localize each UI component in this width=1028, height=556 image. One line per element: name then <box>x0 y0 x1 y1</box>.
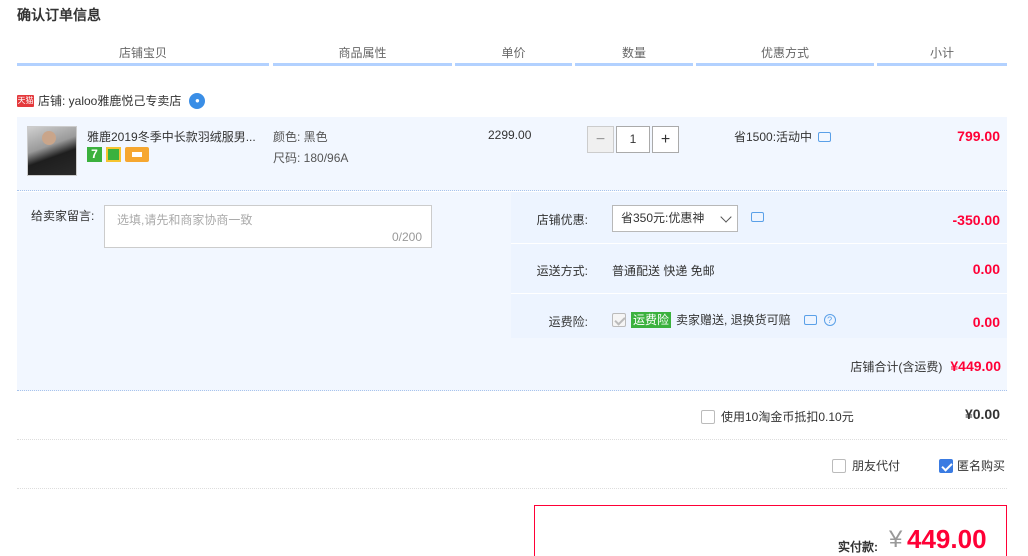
shop-discount-value: -350.00 <box>952 212 1000 228</box>
payment-summary: 实付款: ¥ 449.00 <box>534 505 1007 556</box>
column-header-label: 小计 <box>929 46 954 60</box>
shop-total: 店铺合计(含运费) ¥449.00 <box>850 358 1001 375</box>
shop-total-label: 店铺合计(含运费) <box>850 360 943 374</box>
item-promotion-text: 省1500:活动中 <box>734 130 813 144</box>
column-header-label: 单价 <box>501 46 526 60</box>
comment-icon[interactable] <box>751 212 764 222</box>
column-header-label: 店铺宝贝 <box>118 46 167 60</box>
column-header-unit-price: 单价 <box>455 44 572 66</box>
column-header-bar <box>877 63 1007 66</box>
shop-name-link[interactable]: 店铺: yaloo雅鹿悦己专卖店 <box>38 92 181 109</box>
product-name-link[interactable]: 雅鹿2019冬季中长款羽绒服男... <box>87 128 267 145</box>
coin-label: 使用10淘金币抵扣0.10元 <box>721 410 854 424</box>
column-header-quantity: 数量 <box>575 44 693 66</box>
column-header-bar <box>273 63 452 66</box>
message-char-count: 0/200 <box>391 230 422 244</box>
shop-row: 天猫 店铺: yaloo雅鹿悦己专卖店 ● <box>17 92 206 109</box>
payment-amount: 449.00 <box>907 524 987 554</box>
anonymous-checkbox[interactable] <box>939 458 953 473</box>
item-subtotal: 799.00 <box>957 128 1000 144</box>
message-placeholder: 选填,请先和商家协商一致 <box>117 213 253 227</box>
help-icon[interactable]: ? <box>823 313 836 326</box>
quantity-input[interactable]: 1 <box>616 126 650 153</box>
comment-icon[interactable] <box>803 314 817 325</box>
payment-options-row: 朋友代付 匿名购买 <box>17 441 1007 489</box>
column-header-bar <box>455 63 572 66</box>
column-header-label: 优惠方式 <box>760 46 809 60</box>
unit-price: 2299.00 <box>488 128 532 142</box>
product-color: 颜色: 黑色 <box>273 130 328 144</box>
shop-discount-select[interactable]: 省350元:优惠神 <box>612 205 738 232</box>
seven-day-return-icon[interactable]: 7 <box>87 147 102 162</box>
insurance-tag: 运费险 <box>631 311 672 328</box>
message-textarea[interactable]: 选填,请先和商家协商一致 0/200 <box>104 205 432 248</box>
insurance-row: 运费险: 运费险 卖家赠送, 退换货可赔 ? 0.00 <box>511 294 1007 338</box>
coin-row: 使用10淘金币抵扣0.10元 ¥0.00 <box>17 392 1007 440</box>
product-thumbnail[interactable] <box>27 126 77 176</box>
shop-discount-row: 店铺优惠: 省350元:优惠神 -350.00 <box>511 192 1007 244</box>
insurance-checkbox[interactable] <box>612 312 626 327</box>
quantity-stepper: − 1 + <box>587 126 679 153</box>
page-title: 确认订单信息 <box>17 7 101 23</box>
coin-option[interactable]: 使用10淘金币抵扣0.10元 <box>701 408 854 425</box>
shipping-label: 运送方式: <box>536 264 588 278</box>
anonymous-option[interactable]: 匿名购买 <box>939 457 1005 474</box>
friend-pay-checkbox[interactable] <box>832 458 846 473</box>
message-label: 给卖家留言: <box>31 209 95 223</box>
column-header-bar <box>17 63 269 66</box>
column-header-subtotal: 小计 <box>877 44 1007 66</box>
column-header-label: 商品属性 <box>338 46 387 60</box>
insurance-text: 卖家赠送, 退换货可赔 <box>676 313 791 327</box>
coin-value: ¥0.00 <box>964 406 1000 422</box>
chevron-down-icon <box>720 211 732 223</box>
column-header-item: 店铺宝贝 <box>17 44 269 66</box>
item-promotion: 省1500:活动中 <box>734 128 832 145</box>
friend-pay-label: 朋友代付 <box>852 459 901 473</box>
anonymous-label: 匿名购买 <box>957 459 1006 473</box>
comment-icon[interactable] <box>818 131 832 142</box>
column-header-attributes: 商品属性 <box>273 44 452 66</box>
column-header-label: 数量 <box>621 46 646 60</box>
service-icons: 7 <box>87 147 149 162</box>
tmall-icon: 天猫 <box>17 94 34 107</box>
product-size: 尺码: 180/96A <box>273 151 349 165</box>
quantity-increase-button[interactable]: + <box>652 126 679 153</box>
column-header-bar <box>575 63 693 66</box>
shipping-method: 普通配送 快递 免邮 <box>612 264 715 278</box>
order-extras: 给卖家留言: 选填,请先和商家协商一致 0/200 店铺优惠: 省350元:优惠… <box>17 192 1007 391</box>
guarantee-icon[interactable] <box>106 147 121 162</box>
payment-label: 实付款: <box>838 540 878 554</box>
order-options-panel: 店铺优惠: 省350元:优惠神 -350.00 运送方式: 普通配送 快递 免邮… <box>511 192 1007 338</box>
friend-pay-option[interactable]: 朋友代付 <box>832 457 900 474</box>
insurance-label: 运费险: <box>548 315 588 329</box>
shop-discount-label: 店铺优惠: <box>536 213 588 227</box>
shop-discount-selected: 省350元:优惠神 <box>621 211 705 225</box>
coin-checkbox[interactable] <box>701 409 715 424</box>
quantity-decrease-button[interactable]: − <box>587 126 614 153</box>
shipping-value: 0.00 <box>972 261 1000 277</box>
column-header-bar <box>696 63 874 66</box>
payment-currency: ¥ <box>889 526 903 553</box>
credit-card-icon[interactable] <box>125 147 149 162</box>
insurance-value: 0.00 <box>972 314 1000 330</box>
shop-total-value: ¥449.00 <box>950 358 1001 374</box>
order-item-row: 雅鹿2019冬季中长款羽绒服男... 7 颜色: 黑色 尺码: 180/96A … <box>17 117 1007 191</box>
column-header-promotion: 优惠方式 <box>696 44 874 66</box>
shipping-row: 运送方式: 普通配送 快递 免邮 0.00 <box>511 244 1007 294</box>
chat-bubble-icon[interactable]: ● <box>189 92 206 109</box>
insurance-option: 运费险 卖家赠送, 退换货可赔 ? <box>612 311 836 328</box>
